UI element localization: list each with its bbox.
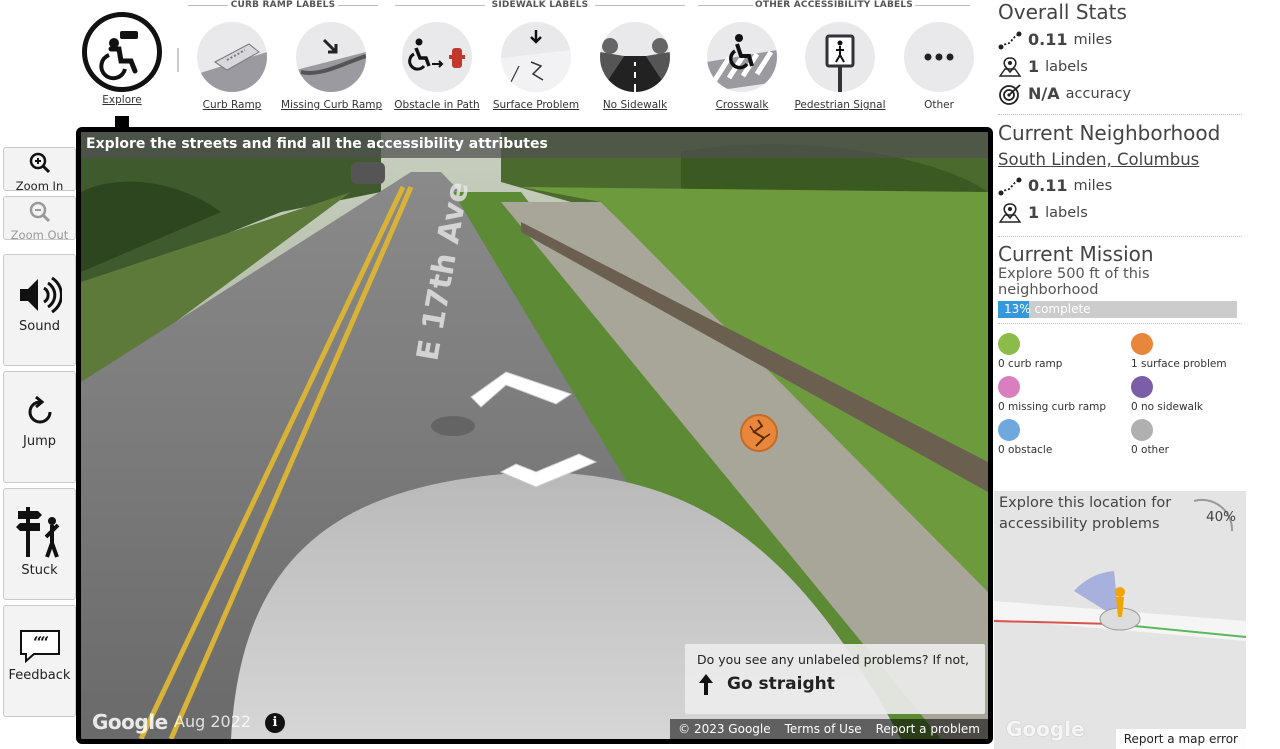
pano-instruction: Explore the streets and find all the acc… xyxy=(81,132,988,158)
count-other: 0 other xyxy=(1131,419,1256,456)
refresh-icon xyxy=(28,395,51,424)
navigation-prompt: Do you see any unlabeled problems? If no… xyxy=(685,644,985,714)
zoom-in-icon xyxy=(29,152,50,174)
missing-curb-ramp-dot-icon xyxy=(998,376,1020,398)
google-logo: Google xyxy=(92,710,168,734)
map-pin-icon xyxy=(998,202,1022,223)
obstacle-dot-icon xyxy=(998,419,1020,441)
target-icon xyxy=(999,83,1021,105)
count-surface-problem: 1 surface problem xyxy=(1131,333,1256,370)
go-straight-action[interactable]: Go straight xyxy=(697,673,973,695)
overall-stats-title: Overall Stats xyxy=(998,0,1127,24)
signpost-person-icon xyxy=(15,507,59,558)
surface-problem-dot-icon xyxy=(1131,333,1153,355)
other-accessibility-labels-header: OTHER ACCESSIBILITY LABELS xyxy=(698,0,970,10)
count-missing-curb-ramp: 0 missing curb ramp xyxy=(998,376,1123,413)
obstacle-icon xyxy=(402,22,472,92)
surface-problem-icon xyxy=(749,419,771,447)
mission-description: Explore 500 ft of this neighborhood xyxy=(998,266,1150,298)
mission-progress-text: 13% complete xyxy=(1004,302,1091,316)
divider xyxy=(998,114,1242,115)
surface-problem-label-marker[interactable] xyxy=(740,414,778,452)
count-curb-ramp: 0 curb ramp xyxy=(998,333,1123,370)
minimap[interactable]: Explore this location for accessibility … xyxy=(994,491,1246,749)
jump-button[interactable]: Jump xyxy=(3,371,76,483)
report-problem-link[interactable]: Report a problem xyxy=(876,722,980,736)
speech-bubble-icon: “ “ xyxy=(19,630,60,664)
minimap-percent: 40% xyxy=(1205,509,1236,525)
stuck-button[interactable]: Stuck xyxy=(3,488,76,600)
count-no-sidewalk: 0 no sidewalk xyxy=(1131,376,1256,413)
toolbar-separator xyxy=(177,48,179,72)
missing-curb-ramp-icon xyxy=(296,22,366,92)
capture-date: Aug 2022 xyxy=(174,712,252,731)
overall-stats: Overall Stats 0.11 miles 1 labels N/A accur… xyxy=(998,0,1248,107)
pedestrian-signal-tool[interactable]: Pedestrian Signal xyxy=(790,22,890,111)
divider xyxy=(998,236,1242,237)
obstacle-tool[interactable]: Obstacle in Path xyxy=(387,22,487,111)
current-mission: Current Mission Explore 500 ft of this n… xyxy=(998,242,1248,318)
missing-curb-ramp-tool[interactable]: Missing Curb Ramp xyxy=(281,22,382,111)
curb-ramp-labels-header: CURB RAMP LABELS xyxy=(188,0,378,10)
minimap-instruction: Explore this location for accessibility … xyxy=(999,495,1172,532)
crosswalk-icon xyxy=(707,22,777,92)
speaker-icon xyxy=(19,276,63,314)
route-icon xyxy=(998,177,1022,195)
surface-problem-tool[interactable]: Surface Problem xyxy=(486,22,586,111)
pano-footer: © 2023 Google Terms of Use Report a prob… xyxy=(670,719,988,739)
other-tool[interactable]: Other xyxy=(889,22,989,111)
sidewalk-labels-header: SIDEWALK LABELS xyxy=(395,0,685,10)
google-logo: Google xyxy=(1006,717,1085,741)
pedestrian-signal-icon xyxy=(805,22,875,92)
binocular-wheelchair-icon xyxy=(82,12,162,92)
info-icon[interactable]: i xyxy=(265,713,285,733)
zoom-in-button[interactable]: Zoom In xyxy=(3,147,76,193)
ellipsis-icon xyxy=(904,22,974,92)
svg-text:“: “ xyxy=(40,633,49,652)
sound-button[interactable]: Sound xyxy=(3,254,76,366)
explore-tool[interactable]: Explore xyxy=(72,12,172,106)
mission-title: Current Mission xyxy=(998,242,1154,266)
mission-progress-bar: 13% complete xyxy=(998,301,1237,318)
report-map-error-link[interactable]: Report a map error xyxy=(1115,729,1246,749)
map-pin-icon xyxy=(998,56,1022,77)
neighborhood-title: Current Neighborhood xyxy=(998,121,1221,145)
arrow-up-icon xyxy=(699,674,713,695)
no-sidewalk-dot-icon xyxy=(1131,376,1153,398)
no-sidewalk-tool[interactable]: No Sidewalk xyxy=(585,22,685,111)
surface-problem-icon xyxy=(501,22,571,92)
terms-of-use-link[interactable]: Terms of Use xyxy=(785,722,862,736)
curb-ramp-dot-icon xyxy=(998,333,1020,355)
street-view-panorama[interactable]: E 17th Ave Explore the streets and find … xyxy=(76,127,993,744)
crosswalk-tool[interactable]: Crosswalk xyxy=(692,22,792,111)
route-icon xyxy=(998,31,1022,49)
zoom-out-button[interactable]: Zoom Out xyxy=(3,196,76,242)
count-obstacle: 0 obstacle xyxy=(998,419,1123,456)
other-dot-icon xyxy=(1131,419,1153,441)
curb-ramp-tool[interactable]: Curb Ramp xyxy=(182,22,282,111)
copyright: © 2023 Google xyxy=(678,722,771,736)
divider xyxy=(998,323,1242,324)
neighborhood-link[interactable]: South Linden, Columbus xyxy=(998,150,1199,169)
curb-ramp-icon xyxy=(197,22,267,92)
zoom-out-icon xyxy=(29,201,50,223)
current-neighborhood: Current Neighborhood South Linden, Colum… xyxy=(998,121,1248,226)
feedback-button[interactable]: “ “ Feedback xyxy=(3,605,76,717)
no-sidewalk-icon xyxy=(600,22,670,92)
